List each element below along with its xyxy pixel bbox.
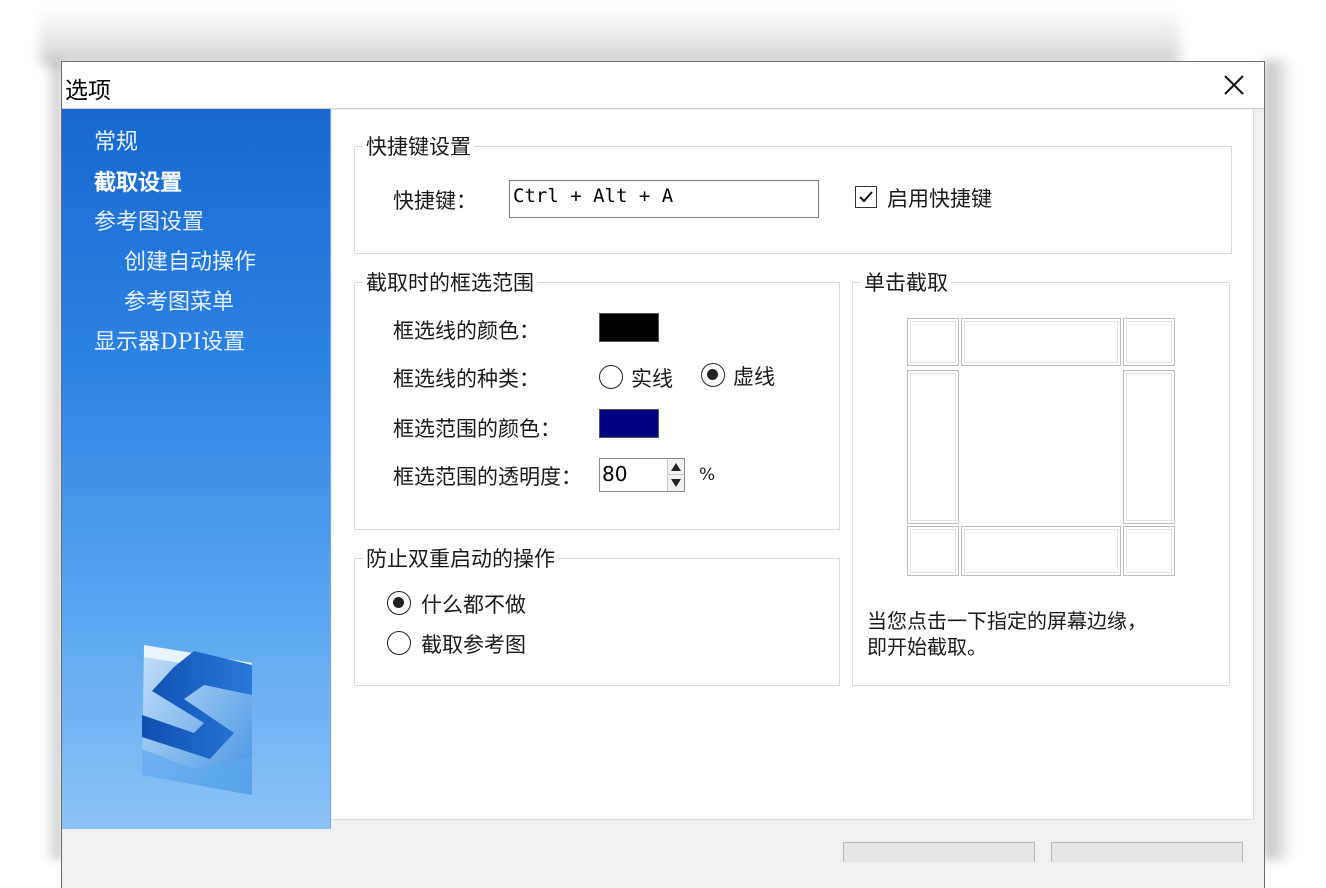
cancel-button[interactable] — [1051, 842, 1243, 862]
line-type-dashed-radio[interactable] — [701, 363, 725, 387]
edge-top-right[interactable] — [1123, 318, 1175, 366]
do-nothing-label: 什么都不做 — [421, 593, 526, 617]
area-color-label: 框选范围的颜色： — [393, 417, 561, 441]
window-shadow-left — [44, 60, 62, 860]
double-start-group-title: 防止双重启动的操作 — [363, 543, 558, 573]
do-nothing-radio[interactable] — [387, 591, 411, 615]
capture-reference-radio[interactable] — [387, 631, 411, 655]
line-type-dashed-label: 虚线 — [733, 365, 775, 389]
hotkey-group-title: 快捷键设置 — [363, 131, 474, 161]
triangle-up-icon — [671, 462, 681, 471]
opacity-spin-buttons — [667, 459, 684, 491]
line-type-label: 框选线的种类： — [393, 367, 540, 391]
line-color-label: 框选线的颜色： — [393, 319, 540, 343]
opacity-spinner[interactable]: 80 — [599, 458, 685, 492]
hotkey-group: 快捷键设置 快捷键： Ctrl + Alt + A 启用快捷键 — [354, 131, 1232, 254]
edge-top[interactable] — [961, 318, 1121, 366]
single-click-group: 单击截取 当您点击一下指定的屏幕边缘， 即开始截取。 — [852, 267, 1230, 686]
edge-left[interactable] — [907, 370, 959, 524]
sidebar-item-dpi-settings[interactable]: 显示器DPI设置 — [62, 323, 330, 363]
triangle-down-icon — [671, 479, 681, 487]
close-icon — [1224, 75, 1244, 95]
close-button[interactable] — [1204, 62, 1264, 108]
edge-bottom-right[interactable] — [1123, 526, 1175, 576]
line-type-solid-label: 实线 — [631, 367, 673, 391]
window-shadow-top — [40, 8, 1180, 64]
selection-group-title: 截取时的框选范围 — [363, 267, 537, 297]
window-shadow-right — [1264, 60, 1294, 860]
capture-reference-label: 截取参考图 — [421, 633, 526, 657]
opacity-value[interactable]: 80 — [602, 462, 627, 486]
edge-bottom[interactable] — [961, 526, 1121, 576]
edge-right[interactable] — [1123, 370, 1175, 524]
single-click-group-title: 单击截取 — [861, 267, 951, 297]
sidebar-item-reference-settings[interactable]: 参考图设置 — [62, 203, 330, 243]
hotkey-label: 快捷键： — [393, 189, 477, 213]
sidebar-item-general[interactable]: 常规 — [62, 123, 330, 163]
sidebar: 常规 截取设置 参考图设置 创建自动操作 参考图菜单 显示器DPI设置 — [62, 109, 331, 829]
area-color-swatch[interactable] — [599, 409, 659, 438]
ok-button[interactable] — [843, 842, 1035, 862]
single-click-description-line2: 即开始截取。 — [867, 635, 987, 659]
double-start-group: 防止双重启动的操作 什么都不做 截取参考图 — [354, 543, 840, 686]
selection-range-group: 截取时的框选范围 框选线的颜色： 框选线的种类： 实线 虚线 框选范围的颜色： … — [354, 267, 840, 530]
title-bar: 选项 — [62, 62, 1264, 109]
opacity-decrease-button[interactable] — [668, 475, 684, 491]
sidebar-item-auto-actions[interactable]: 创建自动操作 — [62, 243, 330, 283]
enable-hotkey-checkbox[interactable] — [855, 186, 877, 208]
dialog-title: 选项 — [65, 78, 111, 104]
opacity-unit: % — [699, 465, 716, 485]
sidebar-item-capture-settings[interactable]: 截取设置 — [62, 163, 330, 203]
edge-top-left[interactable] — [907, 318, 959, 366]
hotkey-input[interactable]: Ctrl + Alt + A — [509, 180, 819, 218]
single-click-description-line1: 当您点击一下指定的屏幕边缘， — [867, 609, 1147, 633]
app-logo-icon — [142, 645, 252, 795]
sidebar-item-reference-menu[interactable]: 参考图菜单 — [62, 283, 330, 323]
sidebar-nav: 常规 截取设置 参考图设置 创建自动操作 参考图菜单 显示器DPI设置 — [62, 123, 330, 363]
line-color-swatch[interactable] — [599, 313, 659, 342]
opacity-label: 框选范围的透明度： — [393, 465, 582, 489]
enable-hotkey-label: 启用快捷键 — [887, 187, 992, 211]
opacity-increase-button[interactable] — [668, 459, 684, 475]
checkmark-icon — [859, 191, 873, 203]
line-type-solid-radio[interactable] — [599, 365, 623, 389]
settings-panel: 快捷键设置 快捷键： Ctrl + Alt + A 启用快捷键 截取时的框选范围… — [332, 110, 1254, 820]
options-dialog: 选项 常规 截取设置 参考图设置 创建自动操作 参考图菜单 显示器DPI设置 快… — [61, 61, 1265, 888]
edge-bottom-left[interactable] — [907, 526, 959, 576]
